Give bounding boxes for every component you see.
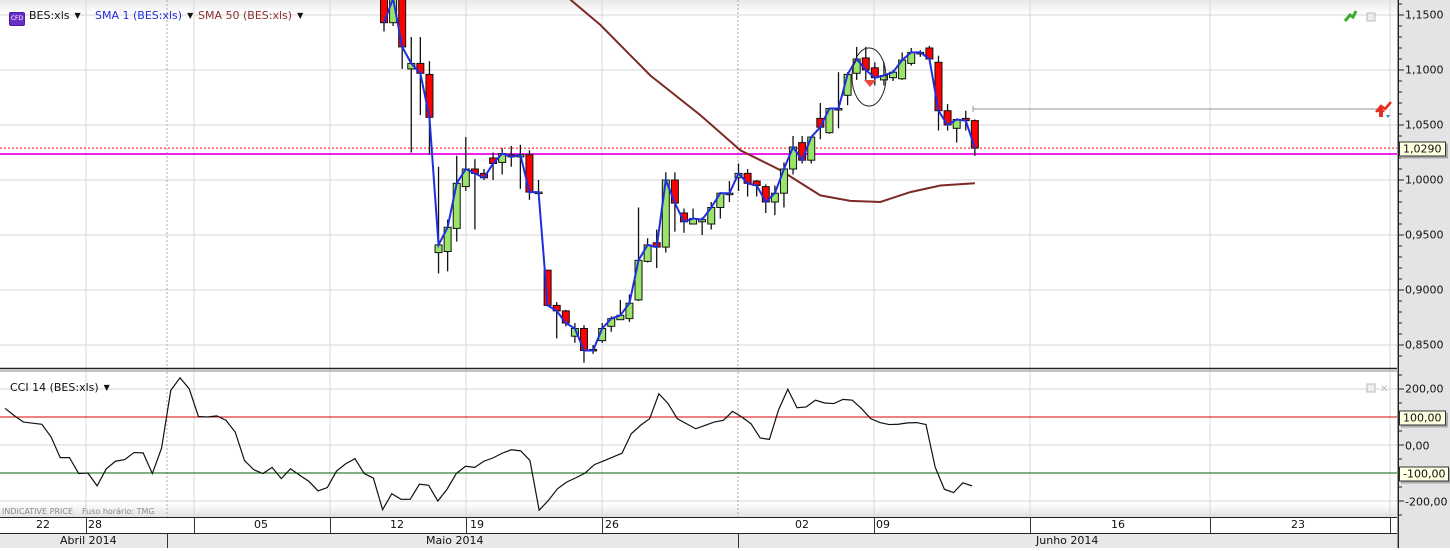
price-tick-label: 0,9000	[1405, 283, 1444, 297]
cci-upper-level-label: 100,00	[1399, 410, 1446, 426]
month-label: Maio 2014	[426, 534, 484, 547]
candle-down	[398, 0, 407, 48]
date-label: 26	[605, 518, 619, 531]
price-tick-label: 1,1500	[1405, 8, 1444, 22]
price-panel	[0, 0, 1397, 363]
candle-up	[634, 259, 643, 301]
sma1-line	[383, 0, 976, 352]
indicative-price-note: INDICATIVE PRICE	[2, 507, 73, 516]
candle-up	[807, 136, 816, 161]
date-label: 22	[36, 518, 50, 531]
date-label: 23	[1291, 518, 1305, 531]
month-label: Abril 2014	[60, 534, 117, 547]
cci-tick-label: 0,00	[1405, 439, 1430, 453]
candle-down	[425, 73, 434, 118]
candle-up	[779, 168, 788, 194]
cci-label: CCI 14 (BES:xls)	[10, 381, 99, 394]
cci-maximize-icon[interactable]	[1366, 383, 1376, 393]
candle-down	[380, 0, 388, 24]
price-tick-label: 1,0000	[1405, 173, 1444, 187]
month-label: Junho 2014	[1036, 534, 1099, 547]
cci-panel	[0, 376, 1397, 512]
candle-down	[934, 61, 943, 112]
date-label: 02	[795, 518, 809, 531]
current-price-label: 1,0290	[1399, 141, 1446, 157]
date-label: 28	[88, 518, 102, 531]
candle-up	[661, 179, 670, 248]
maximize-icon[interactable]	[1366, 12, 1376, 22]
price-tick-label: 1,1000	[1405, 63, 1444, 77]
timezone-note: Fuso horário: TMG	[82, 507, 155, 516]
cci-line	[4, 376, 973, 512]
date-label: 09	[876, 518, 890, 531]
symbol-selector[interactable]: CFD BES:xls ▼	[9, 9, 81, 26]
cfd-icon: CFD	[9, 12, 25, 26]
cci-tick-label: 200,00	[1405, 382, 1444, 396]
symbol-label: BES:xls	[29, 9, 70, 22]
candle-down	[670, 179, 679, 204]
chart-canvas[interactable]: ✕	[0, 0, 1397, 548]
month-axis-band	[0, 533, 1397, 548]
candle-down	[579, 328, 588, 351]
sma1-selector[interactable]: SMA 1 (BES:xls) ▼	[95, 9, 193, 22]
price-tick-label: 0,8500	[1405, 338, 1444, 352]
chevron-down-icon: ▼	[74, 11, 81, 20]
date-label: 19	[470, 518, 484, 531]
price-tick-label: 1,0500	[1405, 118, 1444, 132]
chevron-down-icon: ▼	[103, 383, 110, 392]
date-label: 12	[390, 518, 404, 531]
sma1-label: SMA 1 (BES:xls)	[95, 9, 183, 22]
chevron-down-icon: ▼	[187, 11, 194, 20]
grid-lines	[0, 0, 1397, 517]
date-label: 05	[254, 518, 268, 531]
cci-tick-label: -200,00	[1405, 495, 1448, 509]
sma50-selector[interactable]: SMA 50 (BES:xls) ▼	[198, 9, 303, 22]
price-tick-label: 0,9500	[1405, 228, 1444, 242]
date-label: 16	[1111, 518, 1125, 531]
candle-down	[970, 120, 979, 149]
candle-down	[525, 154, 534, 193]
sma50-line	[569, 0, 975, 204]
footer-band	[0, 503, 1397, 517]
cci-close-icon[interactable]: ✕	[1380, 384, 1388, 395]
price-alert-icon[interactable]	[1375, 101, 1392, 118]
candle-up	[452, 182, 461, 229]
cci-selector[interactable]: CCI 14 (BES:xls) ▼	[10, 381, 110, 394]
sma50-label: SMA 50 (BES:xls)	[198, 9, 293, 22]
cci-lower-level-label: -100,00	[1399, 466, 1450, 482]
chevron-down-icon: ▼	[297, 11, 304, 20]
